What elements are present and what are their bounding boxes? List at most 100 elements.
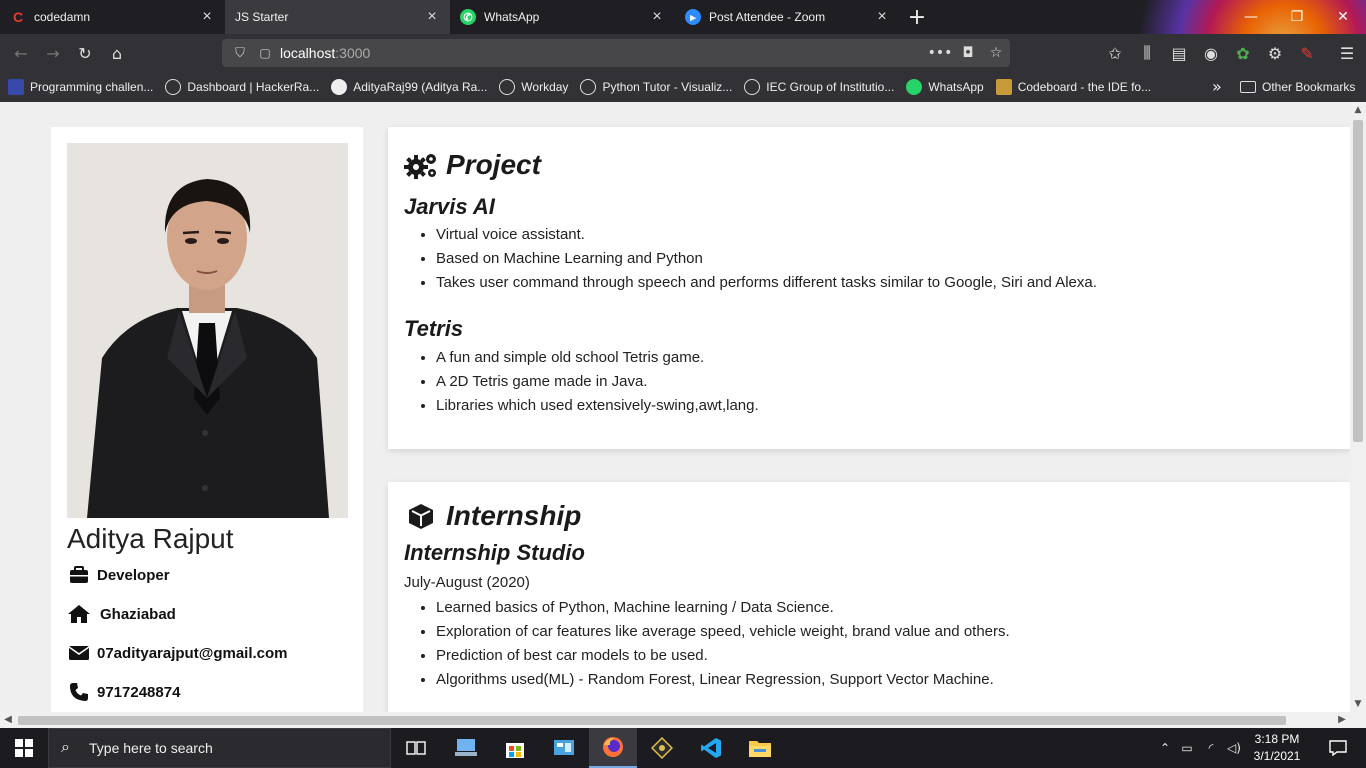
file-explorer-icon[interactable] xyxy=(736,728,784,768)
vertical-scrollbar[interactable]: ▲ ▼ xyxy=(1350,102,1366,712)
page-actions-icon[interactable]: ••• xyxy=(926,45,954,61)
scroll-left-arrow-icon[interactable]: ◀ xyxy=(0,712,16,728)
other-bookmarks[interactable]: Other Bookmarks xyxy=(1240,72,1355,102)
sidebar-icon[interactable]: ▤ xyxy=(1166,41,1192,65)
control-panel-icon[interactable] xyxy=(540,728,588,768)
internship-heading: Internship xyxy=(404,500,581,532)
windows-taskbar: ⌕ Type here to search ⌃ ▭ ◜ ◁) 3:18 PM 3… xyxy=(0,728,1366,768)
task-view-icon[interactable] xyxy=(392,728,440,768)
bookmark-label: AdityaRaj99 (Aditya Ra... xyxy=(353,80,488,94)
this-pc-icon[interactable] xyxy=(442,728,490,768)
window-close-button[interactable]: ✕ xyxy=(1320,0,1366,34)
forward-arrow-icon[interactable]: → xyxy=(40,41,66,65)
firefox-icon[interactable] xyxy=(589,728,637,768)
bookmark-label: Python Tutor - Visualiz... xyxy=(602,80,733,94)
list-item: Libraries which used extensively-swing,a… xyxy=(436,394,759,418)
system-tray: ⌃ ▭ ◜ ◁) xyxy=(1155,728,1245,768)
tab-whatsapp[interactable]: ✆ WhatsApp × xyxy=(450,0,675,34)
scroll-right-arrow-icon[interactable]: ▶ xyxy=(1334,712,1350,728)
extension-gear-icon[interactable]: ⚙ xyxy=(1262,41,1288,65)
tab-codedamn[interactable]: C codedamn × xyxy=(0,0,225,34)
scroll-down-arrow-icon[interactable]: ▼ xyxy=(1350,696,1366,712)
scroll-up-arrow-icon[interactable]: ▲ xyxy=(1350,102,1366,118)
extension-icon[interactable]: ✿ xyxy=(1230,41,1256,65)
restore-button[interactable]: ❐ xyxy=(1274,0,1320,34)
tab-js-starter[interactable]: JS Starter × xyxy=(225,0,450,34)
vscode-icon[interactable] xyxy=(687,728,735,768)
envelope-icon xyxy=(67,643,91,663)
other-bookmarks-label: Other Bookmarks xyxy=(1262,80,1356,94)
hackerearth-icon xyxy=(8,79,24,95)
back-arrow-icon[interactable]: ← xyxy=(8,41,34,65)
extension-red-icon[interactable]: ✎ xyxy=(1294,41,1320,65)
bookmarks-icon[interactable]: ✩ xyxy=(1102,41,1128,65)
email-text[interactable]: 07adityarajput@gmail.com xyxy=(97,645,288,662)
address-bar[interactable]: ⛉ ▢ localhost:3000 ••• ◘ ☆ xyxy=(222,39,1010,67)
list-item: Algorithms used(ML) - Random Forest, Lin… xyxy=(436,668,1010,692)
whatsapp-icon xyxy=(906,79,923,95)
bookmark-item[interactable]: Dashboard | HackerRa... xyxy=(165,79,319,95)
profile-phone: 9717248874 xyxy=(67,682,180,702)
volume-icon[interactable]: ◁) xyxy=(1223,741,1245,755)
globe-icon xyxy=(744,79,761,95)
scrollbar-corner xyxy=(1350,712,1366,728)
minimize-button[interactable]: — xyxy=(1228,0,1274,34)
internship-period: July-August (2020) xyxy=(404,574,530,591)
bookmark-item[interactable]: WhatsApp xyxy=(906,79,984,95)
horizontal-scroll-thumb[interactable] xyxy=(18,716,1286,725)
page-info-icon[interactable]: ▢ xyxy=(254,46,276,60)
microsoft-store-icon[interactable] xyxy=(491,728,539,768)
close-icon[interactable]: × xyxy=(874,8,890,26)
vertical-scroll-thumb[interactable] xyxy=(1353,120,1363,442)
windows-start-button[interactable] xyxy=(0,728,48,768)
menu-icon[interactable]: ☰ xyxy=(1334,41,1360,65)
profile-location: Ghaziabad xyxy=(67,604,176,624)
project-title-jarvis: Jarvis AI xyxy=(404,194,495,219)
more-bookmarks-chevron-icon[interactable]: » xyxy=(1212,72,1222,102)
phone-icon xyxy=(67,682,91,702)
bookmark-star-icon[interactable]: ☆ xyxy=(982,45,1010,61)
bookmark-item[interactable]: Codeboard - the IDE fo... xyxy=(995,79,1151,95)
taskbar-clock[interactable]: 3:18 PM 3/1/2021 xyxy=(1252,731,1302,765)
windows-logo-icon xyxy=(15,739,33,757)
location-text: Ghaziabad xyxy=(100,605,176,623)
battery-icon[interactable]: ▭ xyxy=(1175,741,1199,755)
bookmarks-toolbar: Programming challen... Dashboard | Hacke… xyxy=(0,72,1366,102)
tab-zoom[interactable]: ▸ Post Attendee - Zoom × xyxy=(675,0,900,34)
close-icon[interactable]: × xyxy=(199,8,215,26)
new-tab-button[interactable]: + xyxy=(900,0,934,34)
bookmark-item[interactable]: Workday xyxy=(499,79,568,95)
bookmark-item[interactable]: Programming challen... xyxy=(8,79,153,95)
project-heading: Project xyxy=(404,149,541,181)
bookmark-item[interactable]: IEC Group of Institutio... xyxy=(744,79,894,95)
list-item: Exploration of car features like average… xyxy=(436,620,1010,644)
profile-photo xyxy=(67,143,348,518)
show-hidden-icons-chevron-icon[interactable]: ⌃ xyxy=(1155,741,1175,755)
phone-text[interactable]: 9717248874 xyxy=(97,684,180,701)
notification-center-icon[interactable] xyxy=(1318,728,1358,768)
library-icon[interactable]: ⫼ xyxy=(1134,41,1160,65)
tab-title: WhatsApp xyxy=(484,10,540,24)
horizontal-scrollbar[interactable]: ◀ ▶ xyxy=(0,712,1350,728)
tetris-points: A fun and simple old school Tetris game.… xyxy=(436,346,759,418)
taskbar-search-box[interactable]: ⌕ Type here to search xyxy=(48,728,391,768)
search-placeholder: Type here to search xyxy=(89,740,213,756)
git-kraken-icon[interactable] xyxy=(638,728,686,768)
pocket-icon[interactable]: ◘ xyxy=(954,45,982,61)
globe-icon xyxy=(580,79,597,95)
folder-icon xyxy=(1240,81,1256,93)
github-icon xyxy=(331,79,348,95)
bookmark-item[interactable]: AdityaRaj99 (Aditya Ra... xyxy=(331,79,487,95)
account-icon[interactable]: ◉ xyxy=(1198,41,1224,65)
bookmark-label: Programming challen... xyxy=(30,80,154,94)
bookmark-item[interactable]: Python Tutor - Visualiz... xyxy=(580,79,732,95)
tracking-shield-icon[interactable]: ⛉ xyxy=(226,46,254,61)
reload-icon[interactable]: ↻ xyxy=(72,41,98,65)
home-icon[interactable]: ⌂ xyxy=(104,41,130,65)
url-text[interactable]: localhost:3000 xyxy=(276,45,926,61)
list-item: Learned basics of Python, Machine learni… xyxy=(436,596,1010,620)
close-icon[interactable]: × xyxy=(649,8,665,26)
close-icon[interactable]: × xyxy=(424,8,440,26)
url-host: localhost xyxy=(280,45,336,61)
wifi-icon[interactable]: ◜ xyxy=(1199,741,1223,755)
